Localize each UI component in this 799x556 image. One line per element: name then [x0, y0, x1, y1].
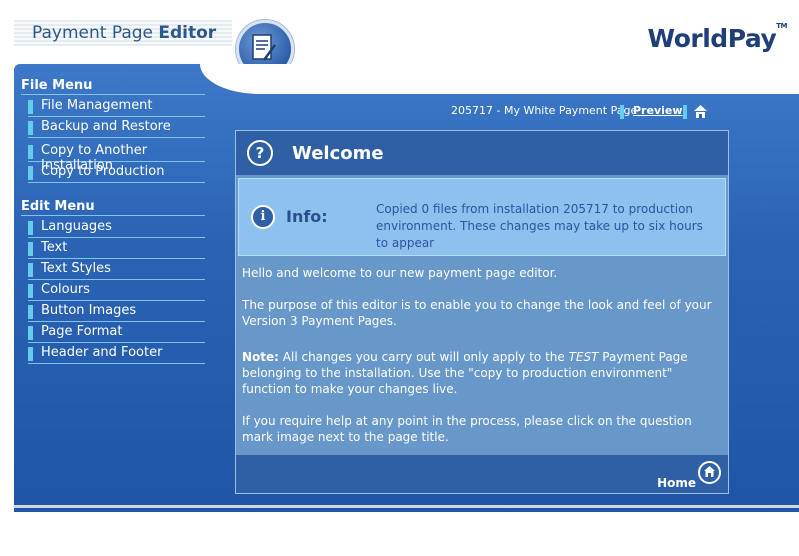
menu-item-copy-production[interactable]: Copy to Production — [28, 164, 205, 183]
home-icon[interactable] — [694, 104, 707, 123]
menu-item-colours[interactable]: Colours — [28, 282, 205, 301]
menu-item-label: Backup and Restore — [41, 119, 171, 134]
menu-bullet — [28, 221, 33, 235]
info-box: i Info: Copied 0 files from installation… — [238, 178, 726, 256]
menu-item-label: Text Styles — [41, 261, 111, 276]
menu-item-label: Languages — [41, 219, 112, 234]
welcome-paragraph: Hello and welcome to our new payment pag… — [242, 266, 558, 280]
crumb-separator — [683, 105, 687, 119]
top-curve — [200, 64, 799, 94]
page-title: Welcome — [292, 143, 384, 164]
menu-bullet — [28, 166, 33, 180]
menu-item-file-management[interactable]: File Management — [28, 98, 205, 117]
purpose-paragraph: The purpose of this editor is to enable … — [242, 298, 712, 328]
menu-item-label: Button Images — [41, 303, 137, 318]
test-emphasis: TEST — [568, 350, 599, 364]
installation-name: 205717 - My White Payment Page — [451, 104, 638, 117]
help-question-icon[interactable]: ? — [247, 140, 273, 166]
menu-item-label: File Management — [41, 98, 153, 113]
crumb-separator — [620, 105, 624, 119]
menu-bullet — [28, 145, 33, 159]
menu-bullet — [28, 284, 33, 298]
menu-item-copy-another-installation[interactable]: Copy to Another Installation — [28, 143, 205, 173]
home-link[interactable]: Home — [657, 476, 696, 490]
menu-item-label: Colours — [41, 282, 90, 297]
file-menu-heading: File Menu — [21, 78, 93, 93]
menu-bullet — [28, 100, 33, 114]
home-button-icon[interactable] — [698, 461, 721, 484]
bottom-strip — [14, 505, 799, 508]
menu-bullet — [28, 347, 33, 361]
menu-bullet — [28, 121, 33, 135]
edit-menu-heading: Edit Menu — [21, 199, 95, 214]
menu-item-label: Text — [41, 240, 68, 255]
menu-item-backup-restore[interactable]: Backup and Restore — [28, 119, 205, 138]
divider — [21, 94, 205, 95]
menu-bullet — [28, 326, 33, 340]
menu-item-button-images[interactable]: Button Images — [28, 303, 205, 322]
menu-item-languages[interactable]: Languages — [28, 219, 205, 238]
menu-bullet — [28, 305, 33, 319]
help-paragraph: If you require help at any point in the … — [242, 414, 692, 444]
note-label: Note: — [242, 350, 279, 364]
menu-item-page-format[interactable]: Page Format — [28, 324, 205, 343]
menu-item-label: Header and Footer — [41, 345, 163, 360]
info-label: Info: — [286, 207, 328, 226]
preview-link[interactable]: Preview — [633, 104, 683, 117]
panel-header: ? Welcome — [236, 131, 728, 175]
menu-item-header-footer[interactable]: Header and Footer — [28, 345, 205, 364]
menu-bullet — [28, 242, 33, 256]
note-paragraph: Note: All changes you carry out will onl… — [242, 350, 688, 396]
app-title: Payment Page Editor — [32, 23, 217, 43]
menu-item-label: Copy to Production — [41, 164, 165, 179]
menu-item-text-styles[interactable]: Text Styles — [28, 261, 205, 280]
content-panel: ? Welcome i Info: Copied 0 files from in… — [235, 130, 729, 494]
info-icon: i — [251, 205, 275, 229]
menu-item-text[interactable]: Text — [28, 240, 205, 259]
menu-item-label: Page Format — [41, 324, 123, 339]
info-message: Copied 0 files from installation 205717 … — [376, 202, 703, 250]
panel-footer: Home — [236, 455, 728, 493]
menu-bullet — [28, 263, 33, 277]
divider — [21, 215, 205, 216]
worldpay-logo: WorldPayTM — [647, 22, 788, 53]
